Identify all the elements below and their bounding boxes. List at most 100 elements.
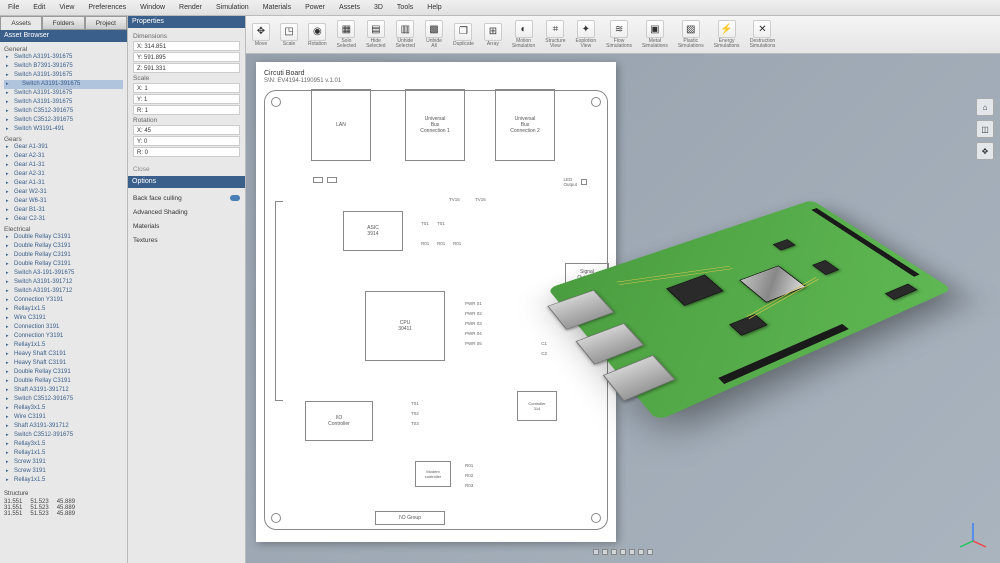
dim-y[interactable]: Y: 591.895 [133, 52, 240, 62]
menu-preferences[interactable]: Preferences [88, 4, 126, 11]
menu-materials[interactable]: Materials [263, 4, 291, 11]
view-pan-icon[interactable]: ✥ [976, 142, 994, 160]
tree-item[interactable]: Switch W3191-491 [4, 125, 123, 134]
rot-x[interactable]: X: 45 [133, 125, 240, 135]
menu-render[interactable]: Render [179, 4, 202, 11]
menu-view[interactable]: View [59, 4, 74, 11]
tree-item[interactable]: Rellay1x1.5 [4, 449, 123, 458]
tree-item[interactable]: Gear A2-31 [4, 152, 123, 161]
tree-item[interactable]: Connection 3191 [4, 323, 123, 332]
tree-item[interactable]: Switch A3191-391675 [4, 98, 123, 107]
tree-item[interactable]: Shaft A3191-391712 [4, 422, 123, 431]
tree-item[interactable]: Switch C3512-391675 [4, 107, 123, 116]
close-link[interactable]: Close [133, 166, 150, 173]
tree-item[interactable]: Switch A3191-391675 [4, 80, 123, 89]
tool-unhide-selected[interactable]: ▥Unhide Selected [396, 20, 415, 49]
part-ubc1: Universal Bus Connection 1 [405, 89, 465, 161]
tool-flow-simulations[interactable]: ≋Flow Simulations [606, 20, 632, 49]
tree-item[interactable]: Rellay1x1.5 [4, 305, 123, 314]
tree-item[interactable]: Switch A3191-391675 [4, 71, 123, 80]
tree-item[interactable]: Rellay1x1.5 [4, 341, 123, 350]
tree-item[interactable]: Rellay3x1.5 [4, 440, 123, 449]
menu-file[interactable]: File [8, 4, 19, 11]
tree-item[interactable]: Double Rellay C3191 [4, 233, 123, 242]
asset-tree[interactable]: GeneralSwitch A3191-391675Switch B7391-3… [0, 42, 127, 487]
tree-item[interactable]: Gear A1-391 [4, 143, 123, 152]
menu-tools[interactable]: Tools [397, 4, 413, 11]
tree-item[interactable]: Screw 3191 [4, 467, 123, 476]
tree-item[interactable]: Gear W2-31 [4, 188, 123, 197]
menu-bar: File Edit View Preferences Window Render… [0, 0, 1000, 16]
tree-item[interactable]: Heavy Shaft C3191 [4, 359, 123, 368]
menu-edit[interactable]: Edit [33, 4, 45, 11]
scale-x[interactable]: X: 1 [133, 83, 240, 93]
tree-item[interactable]: Double Rellay C3191 [4, 368, 123, 377]
tree-item[interactable]: Gear W6-31 [4, 197, 123, 206]
tree-item[interactable]: Switch A3191-391675 [4, 89, 123, 98]
tool-metal-simulations[interactable]: ▣Metal Simulations [642, 20, 668, 49]
tree-item[interactable]: Rellay3x1.5 [4, 404, 123, 413]
tool-destruction-simulations[interactable]: ✕Destruction Simulations [750, 20, 776, 49]
tree-item[interactable]: Switch C3512-391675 [4, 395, 123, 404]
tree-item[interactable]: Gear B1-31 [4, 206, 123, 215]
menu-simulation[interactable]: Simulation [216, 4, 249, 11]
axis-gizmo[interactable] [958, 521, 988, 551]
tree-item[interactable]: Wire C3191 [4, 314, 123, 323]
tree-item[interactable]: Rellay1x1.5 [4, 476, 123, 485]
menu-3d[interactable]: 3D [374, 4, 383, 11]
view-home-icon[interactable]: ⌂ [976, 98, 994, 116]
dim-x[interactable]: X: 314.851 [133, 41, 240, 51]
timeline-dots[interactable] [593, 549, 653, 555]
menu-power[interactable]: Power [305, 4, 325, 11]
dim-z[interactable]: Z: 591.331 [133, 63, 240, 73]
tab-folders[interactable]: Folders [42, 16, 84, 30]
tool-solo-selected[interactable]: ▦Solo Selected [337, 20, 356, 49]
tool-plastic-simulations[interactable]: ▨Plastic Simulations [678, 20, 704, 49]
canvas-3d[interactable]: Circuti Board S\N: EV4194-1190951 v.1.01… [246, 54, 1000, 563]
tree-item[interactable]: Double Rellay C3191 [4, 377, 123, 386]
tool-motion-simulation[interactable]: ◐Motion Simulation [512, 20, 535, 49]
tree-item[interactable]: Double Rellay C3191 [4, 251, 123, 260]
opt-backface: Back face culling [133, 195, 182, 202]
toggle-backface[interactable] [230, 195, 240, 201]
tool-energy-simulations[interactable]: ⚡Energy Simulations [714, 20, 740, 49]
tree-item[interactable]: Double Rellay C3191 [4, 242, 123, 251]
tree-item[interactable]: Screw 3191 [4, 458, 123, 467]
tree-item[interactable]: Connection Y3191 [4, 296, 123, 305]
tree-item[interactable]: Switch C3512-391675 [4, 431, 123, 440]
tab-assets[interactable]: Assets [0, 16, 42, 30]
tree-item[interactable]: Gear A2-31 [4, 170, 123, 179]
tool-rotation[interactable]: ◉Rotation [308, 23, 327, 47]
tree-item[interactable]: Shaft A3191-391712 [4, 386, 123, 395]
tree-item[interactable]: Switch A3191-391712 [4, 278, 123, 287]
scale-y[interactable]: Y: 1 [133, 94, 240, 104]
tree-item[interactable]: Double Rellay C3191 [4, 260, 123, 269]
tree-item[interactable]: Switch A3191-391675 [4, 53, 123, 62]
tree-item[interactable]: Switch A3-191-391675 [4, 269, 123, 278]
tree-item[interactable]: Connection Y3191 [4, 332, 123, 341]
view-cube-icon[interactable]: ◫ [976, 120, 994, 138]
tool-scale[interactable]: ◳Scale [280, 23, 298, 47]
tab-project[interactable]: Project [85, 16, 127, 30]
tool-duplicate[interactable]: ❐Duplicate [453, 23, 474, 47]
tree-item[interactable]: Heavy Shaft C3191 [4, 350, 123, 359]
menu-assets[interactable]: Assets [339, 4, 360, 11]
tool-explotion-view[interactable]: ✦Explotion View [576, 20, 597, 49]
tool-hide-selected[interactable]: ▤Hide Selected [366, 20, 385, 49]
tree-item[interactable]: Switch C3512-391675 [4, 116, 123, 125]
menu-window[interactable]: Window [140, 4, 165, 11]
rot-r[interactable]: R: 0 [133, 147, 240, 157]
scale-r[interactable]: R: 1 [133, 105, 240, 115]
tool-array[interactable]: ⊞Array [484, 23, 502, 47]
menu-help[interactable]: Help [427, 4, 441, 11]
tool-structure-view[interactable]: ⌗Structure View [545, 20, 565, 49]
tool-unhide-all[interactable]: ▩Unhide All [425, 20, 443, 49]
tool-move[interactable]: ✥Move [252, 23, 270, 47]
tree-item[interactable]: Wire C3191 [4, 413, 123, 422]
tree-item[interactable]: Switch A3191-391712 [4, 287, 123, 296]
tree-item[interactable]: Gear A1-31 [4, 161, 123, 170]
tree-item[interactable]: Gear A1-31 [4, 179, 123, 188]
tree-item[interactable]: Switch B7391-391675 [4, 62, 123, 71]
rot-y[interactable]: Y: 0 [133, 136, 240, 146]
tree-item[interactable]: Gear C2-31 [4, 215, 123, 224]
